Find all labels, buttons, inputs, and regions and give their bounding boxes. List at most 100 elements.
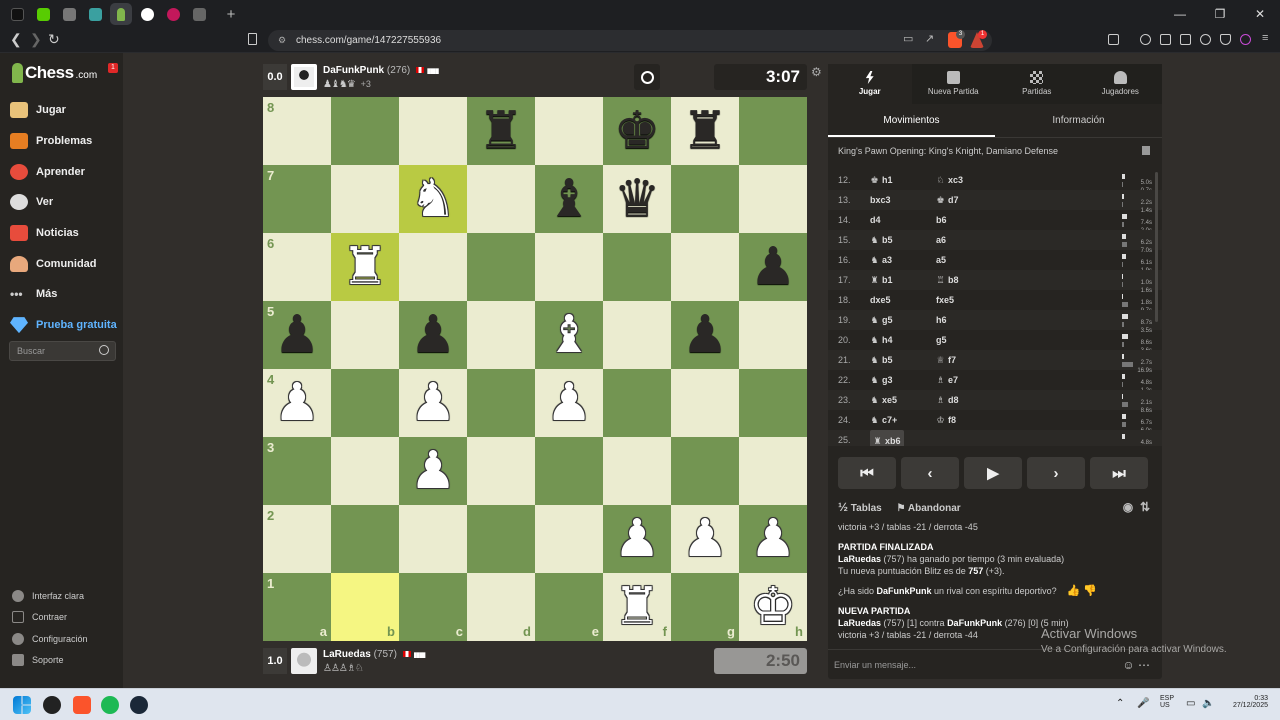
- square-f1[interactable]: f ♜: [603, 573, 671, 641]
- white-move[interactable]: ♞ b5: [870, 230, 892, 250]
- square-a8[interactable]: 8: [263, 97, 331, 165]
- tab-games[interactable]: Partidas: [995, 64, 1079, 104]
- black-move[interactable]: ♔ f8: [936, 410, 956, 430]
- white-move[interactable]: ♜ xb6: [870, 430, 904, 446]
- new-tab-button[interactable]: +: [222, 6, 240, 23]
- opponent-name[interactable]: DaFunkPunk: [877, 586, 932, 596]
- tab-tiktok[interactable]: [6, 3, 28, 25]
- white-pawn-piece[interactable]: ♟: [263, 369, 331, 437]
- extension-icon[interactable]: [1240, 34, 1251, 45]
- white-move[interactable]: ♞ c7+: [870, 410, 897, 430]
- sidebar-toggle-icon[interactable]: [1108, 34, 1119, 45]
- square-h3[interactable]: [739, 437, 807, 505]
- player-name[interactable]: DaFunkPunk: [947, 618, 1002, 628]
- square-g5[interactable]: ♟: [671, 301, 739, 369]
- square-c3[interactable]: ♟: [399, 437, 467, 505]
- square-e2[interactable]: [535, 505, 603, 573]
- obs-icon[interactable]: [43, 696, 61, 714]
- more-options-icon[interactable]: ⋯: [1138, 658, 1150, 672]
- collapse-button[interactable]: Contraer: [12, 607, 88, 629]
- play-moves-button[interactable]: ▶: [964, 457, 1022, 489]
- flip-board-icon[interactable]: ⇅: [1140, 500, 1150, 514]
- white-move[interactable]: ♞ g5: [870, 310, 892, 330]
- leo-icon[interactable]: [1200, 34, 1211, 45]
- black-move[interactable]: a5: [936, 250, 946, 270]
- square-b5[interactable]: [331, 301, 399, 369]
- square-d7[interactable]: [467, 165, 535, 233]
- square-e8[interactable]: [535, 97, 603, 165]
- black-move[interactable]: a6: [936, 230, 946, 250]
- thumbs-up-icon[interactable]: 👍: [1067, 585, 1081, 597]
- black-move[interactable]: ♕ f7: [936, 350, 956, 370]
- square-b3[interactable]: [331, 437, 399, 505]
- clock-date[interactable]: 0:33 27/12/2025: [1228, 695, 1268, 709]
- tab-google[interactable]: [136, 3, 158, 25]
- white-move[interactable]: ♚ h1: [870, 170, 892, 190]
- square-c2[interactable]: [399, 505, 467, 573]
- square-f8[interactable]: ♚: [603, 97, 671, 165]
- support-link[interactable]: Soporte: [12, 650, 88, 672]
- url-field[interactable]: ⚙ chess.com/game/147227555936: [268, 30, 992, 51]
- square-f4[interactable]: [603, 369, 671, 437]
- square-h7[interactable]: [739, 165, 807, 233]
- white-move[interactable]: dxe5: [870, 290, 891, 310]
- trash-icon[interactable]: [1142, 146, 1150, 155]
- forward-icon[interactable]: ❯: [30, 31, 42, 48]
- black-bishop-piece[interactable]: ♝: [535, 165, 603, 233]
- square-g6[interactable]: [671, 233, 739, 301]
- square-c6[interactable]: [399, 233, 467, 301]
- square-f6[interactable]: [603, 233, 671, 301]
- bookmark-icon[interactable]: [248, 33, 257, 45]
- square-b7[interactable]: [331, 165, 399, 233]
- network-icon[interactable]: ▭: [1186, 698, 1195, 709]
- tab-players[interactable]: Jugadores: [1079, 64, 1163, 104]
- tab-chess-tool[interactable]: [84, 3, 106, 25]
- square-d1[interactable]: d: [467, 573, 535, 641]
- white-pawn-piece[interactable]: ♟: [671, 505, 739, 573]
- square-h6[interactable]: ♟: [739, 233, 807, 301]
- white-move[interactable]: ♜ b1: [870, 270, 892, 290]
- square-d6[interactable]: [467, 233, 535, 301]
- tab-muted[interactable]: [188, 3, 210, 25]
- tab-new-game[interactable]: Nueva Partida: [912, 64, 996, 104]
- previous-move-button[interactable]: ‹: [901, 457, 959, 489]
- tab-other[interactable]: [162, 3, 184, 25]
- square-e3[interactable]: [535, 437, 603, 505]
- add-friend-icon[interactable]: ◉: [1123, 500, 1133, 514]
- share-icon[interactable]: ↗: [925, 32, 934, 45]
- square-f3[interactable]: [603, 437, 671, 505]
- settings-link[interactable]: Configuración: [12, 628, 88, 650]
- white-move[interactable]: ♞ g3: [870, 370, 892, 390]
- square-e6[interactable]: [535, 233, 603, 301]
- first-move-button[interactable]: ⏮: [838, 457, 896, 489]
- nav-play[interactable]: Jugar: [10, 95, 117, 126]
- square-f7[interactable]: ♛: [603, 165, 671, 233]
- music-icon[interactable]: [1140, 34, 1151, 45]
- square-e4[interactable]: ♟: [535, 369, 603, 437]
- nav-more[interactable]: ••• Más: [10, 279, 117, 310]
- white-move[interactable]: d4: [870, 210, 881, 230]
- square-d5[interactable]: [467, 301, 535, 369]
- square-a6[interactable]: 6: [263, 233, 331, 301]
- black-pawn-piece[interactable]: ♟: [399, 301, 467, 369]
- steam-icon[interactable]: [130, 696, 148, 714]
- next-move-button[interactable]: ›: [1027, 457, 1085, 489]
- square-e1[interactable]: e: [535, 573, 603, 641]
- square-c5[interactable]: ♟: [399, 301, 467, 369]
- square-f5[interactable]: [603, 301, 671, 369]
- square-d4[interactable]: [467, 369, 535, 437]
- white-bishop-piece[interactable]: ♝: [535, 301, 603, 369]
- tab-duolingo[interactable]: [32, 3, 54, 25]
- search-input[interactable]: Buscar: [9, 341, 116, 361]
- back-icon[interactable]: ❮: [10, 31, 22, 48]
- square-a7[interactable]: 7: [263, 165, 331, 233]
- maximize-button[interactable]: ❐: [1200, 0, 1240, 28]
- black-queen-piece[interactable]: ♛: [603, 165, 671, 233]
- nav-news[interactable]: Noticias: [10, 218, 117, 249]
- minimize-button[interactable]: —: [1160, 0, 1200, 28]
- square-e5[interactable]: ♝: [535, 301, 603, 369]
- start-icon[interactable]: [13, 696, 31, 714]
- bottom-player-name-row[interactable]: LaRuedas (757) ▮▮▮▮: [323, 649, 426, 660]
- nav-puzzles[interactable]: Problemas: [10, 126, 117, 157]
- reload-icon[interactable]: ↻: [48, 31, 60, 48]
